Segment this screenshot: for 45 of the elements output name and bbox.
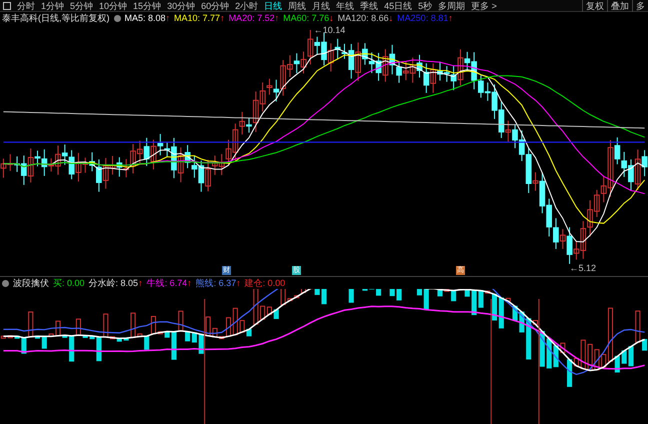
period-tab[interactable]: 周线 <box>285 0 310 12</box>
high-price-label: ←10.14 <box>314 24 346 36</box>
toolbar-button[interactable]: 多 <box>632 0 648 12</box>
indicator-value: 牛线: 6.74 <box>146 277 188 289</box>
period-tab[interactable]: 45日线 <box>381 0 416 12</box>
indicator-value: MA120: 8.66 <box>338 12 389 24</box>
trend-arrow: ↑ <box>274 12 280 24</box>
window-icon[interactable] <box>3 2 11 10</box>
period-tab[interactable]: 多周期 <box>435 0 468 12</box>
indicator-value: 建仓: 0.00 <box>244 277 286 289</box>
period-tab[interactable]: 60分钟 <box>198 0 232 12</box>
indicator-value: 买: 0.00 <box>53 277 85 289</box>
toolbar-button[interactable]: 复权 <box>582 0 607 12</box>
period-tab[interactable]: 1分钟 <box>38 0 68 12</box>
period-tab[interactable]: 季线 <box>357 0 382 12</box>
trend-arrow: ↑ <box>138 277 143 289</box>
period-tab[interactable]: 月线 <box>309 0 334 12</box>
period-tab[interactable]: 分时 <box>14 0 38 12</box>
trend-arrow: ↑ <box>236 277 241 289</box>
indicator-value: MA60: 7.76 <box>283 12 330 24</box>
trend-arrow: ↑ <box>187 277 192 289</box>
period-tab[interactable]: 2小时 <box>232 0 262 12</box>
period-tab[interactable]: 年线 <box>333 0 358 12</box>
trend-arrow: ↑ <box>220 12 225 24</box>
trend-arrow: ↑ <box>448 12 453 24</box>
trend-arrow: ↑ <box>166 12 170 24</box>
trend-arrow: ↓ <box>388 12 394 24</box>
trend-arrow: ↓ <box>329 12 334 24</box>
period-tab[interactable]: 15分钟 <box>130 0 164 12</box>
indicator-value: 分水岭: 8.05 <box>88 277 138 289</box>
toolbar-button[interactable]: 叠加 <box>607 0 632 12</box>
indicator-value: MA20: 7.52 <box>228 12 275 24</box>
indicator-value: MA10: 7.77 <box>174 12 220 24</box>
period-tab[interactable]: 日线 <box>261 0 286 12</box>
chart-title: 泰丰高科(日线,等比前复权) <box>2 12 110 24</box>
indicator-value: MA250: 8.81 <box>397 12 448 24</box>
indicator-value: 熊线: 6.37 <box>196 277 236 289</box>
indicator-title: 波段擒伏 <box>13 277 49 289</box>
indicator-value: MA5: 8.08 <box>124 12 166 24</box>
period-tab[interactable]: 5秒 <box>415 0 436 12</box>
period-tab[interactable]: 更多 > <box>468 0 500 12</box>
period-tab[interactable]: 10分钟 <box>96 0 130 12</box>
low-price-label: ←5.12 <box>570 262 596 274</box>
period-tab[interactable]: 30分钟 <box>164 0 198 12</box>
period-tab[interactable]: 5分钟 <box>67 0 96 12</box>
